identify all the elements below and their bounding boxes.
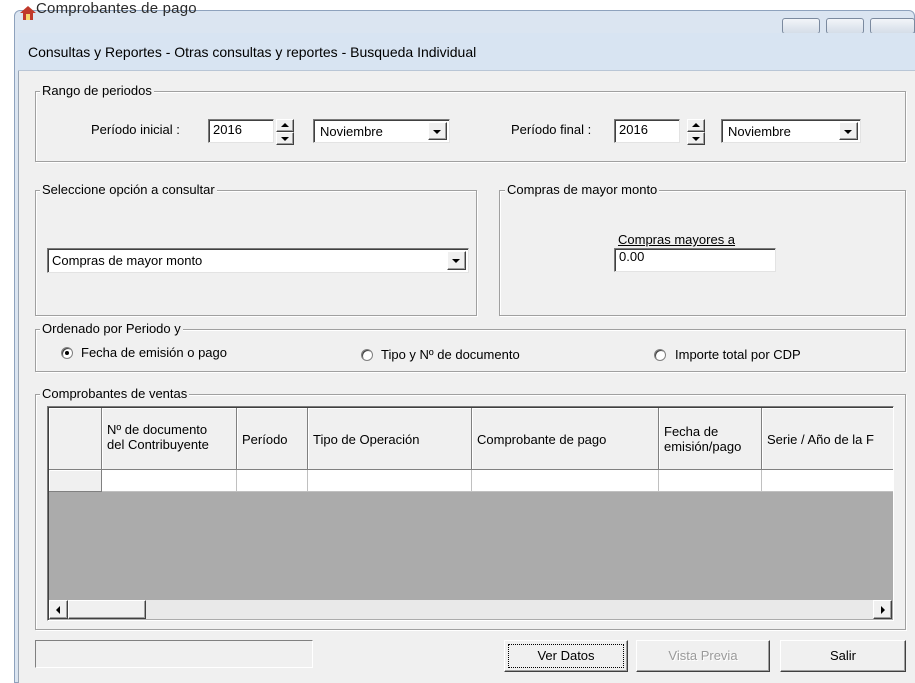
arrow-right-icon <box>881 606 885 614</box>
periodo-inicial-label: Período inicial : <box>91 122 180 137</box>
opcion-select-value: Compras de mayor monto <box>52 253 203 268</box>
opcion-select[interactable]: Compras de mayor monto <box>47 248 469 273</box>
grid-header-tipo-operacion[interactable]: Tipo de Operación <box>308 408 472 470</box>
final-year-down-button[interactable] <box>687 132 705 145</box>
periodo-inicial-month-value: Noviembre <box>320 124 383 139</box>
header-text: del Contribuyente <box>107 437 209 452</box>
compras-mayores-field[interactable]: 0.00 <box>614 248 776 272</box>
chevron-down-icon <box>452 259 460 263</box>
ventas-legend: Comprobantes de ventas <box>40 386 190 401</box>
outer-window-title-text: Comprobantes de pago <box>36 0 197 17</box>
orden-legend: Ordenado por Periodo y <box>40 321 183 336</box>
grid-header-fecha[interactable]: Fecha de emisión/pago <box>659 408 762 470</box>
header-text: Comprobante de pago <box>477 432 607 447</box>
header-text: Nº de documento <box>107 422 208 437</box>
grid-header-serie[interactable]: Serie / Año de la F <box>762 408 893 470</box>
scroll-left-button[interactable] <box>49 600 68 619</box>
periodo-inicial-month-select[interactable]: Noviembre <box>313 119 450 143</box>
grid-cell[interactable] <box>308 470 472 492</box>
salir-button[interactable]: Salir <box>780 640 906 672</box>
grid-cell[interactable] <box>472 470 659 492</box>
periodo-inicial-year-field[interactable]: 2016 <box>208 119 274 143</box>
radio-tipo-documento[interactable] <box>361 349 373 361</box>
chevron-down-icon <box>433 130 441 134</box>
header-text: Tipo de Operación <box>313 432 420 447</box>
vista-previa-button[interactable]: Vista Previa <box>636 640 770 672</box>
final-year-up-button[interactable] <box>687 119 705 132</box>
minimize-button[interactable] <box>782 18 820 34</box>
inicial-year-down-button[interactable] <box>276 132 294 145</box>
grid-header-periodo[interactable]: Período <box>237 408 308 470</box>
periodo-final-month-select[interactable]: Noviembre <box>721 119 861 143</box>
spin-up-icon <box>281 123 289 127</box>
horizontal-scrollbar[interactable] <box>49 600 892 619</box>
rango-legend: Rango de periodos <box>40 83 154 98</box>
radio-tipo-documento-label: Tipo y Nº de documento <box>381 347 520 362</box>
scroll-thumb[interactable] <box>68 600 146 619</box>
grid-header-comprobante[interactable]: Comprobante de pago <box>472 408 659 470</box>
header-text: Serie / Año de la F <box>767 432 874 447</box>
ver-datos-label: Ver Datos <box>537 648 595 663</box>
maximize-button[interactable] <box>826 18 864 34</box>
grid-cell[interactable] <box>762 470 893 492</box>
periodo-final-month-value: Noviembre <box>728 124 791 139</box>
header-text: emisión/pago <box>664 439 742 454</box>
close-button[interactable] <box>870 18 915 34</box>
grid-corner-header <box>49 408 102 470</box>
scroll-right-button[interactable] <box>873 600 892 619</box>
row-header[interactable] <box>49 470 102 492</box>
salir-label: Salir <box>829 648 856 663</box>
grid-cell[interactable] <box>659 470 762 492</box>
spin-up-icon <box>692 123 700 127</box>
opcion-legend: Seleccione opción a consultar <box>40 182 217 197</box>
spin-down-icon <box>281 137 289 141</box>
header-text: Período <box>242 432 288 447</box>
grid-cell[interactable] <box>102 470 237 492</box>
app-icon <box>20 6 36 20</box>
header-text: Fecha de <box>664 424 719 439</box>
dropdown-button[interactable] <box>839 122 858 140</box>
outer-window-title: Comprobantes de pago <box>18 0 838 20</box>
grid-header-nro-doc[interactable]: Nº de documento del Contribuyente <box>102 408 237 470</box>
radio-fecha-emision-label: Fecha de emisión o pago <box>81 345 227 360</box>
grid-cell[interactable] <box>237 470 308 492</box>
status-field <box>35 640 313 668</box>
compras-mayores-label: Compras mayores a <box>618 232 736 247</box>
inicial-year-up-button[interactable] <box>276 119 294 132</box>
compras-legend: Compras de mayor monto <box>505 182 660 197</box>
periodo-final-label: Período final : <box>511 122 592 137</box>
spin-down-icon <box>692 137 700 141</box>
ver-datos-button[interactable]: Ver Datos <box>504 640 628 672</box>
dialog-title: Consultas y Reportes - Otras consultas y… <box>28 44 477 60</box>
chevron-down-icon <box>844 130 852 134</box>
radio-fecha-emision[interactable] <box>61 347 73 359</box>
vista-previa-label: Vista Previa <box>668 648 738 663</box>
periodo-final-year-field[interactable]: 2016 <box>614 119 680 143</box>
radio-importe-total[interactable] <box>654 349 666 361</box>
dropdown-button[interactable] <box>428 122 447 140</box>
ventas-grid[interactable]: Nº de documento del Contribuyente Períod… <box>47 406 894 621</box>
arrow-left-icon <box>56 606 60 614</box>
radio-importe-total-label: Importe total por CDP <box>675 347 801 362</box>
dialog-titlebar: Consultas y Reportes - Otras consultas y… <box>18 33 915 71</box>
dropdown-button[interactable] <box>447 251 466 270</box>
